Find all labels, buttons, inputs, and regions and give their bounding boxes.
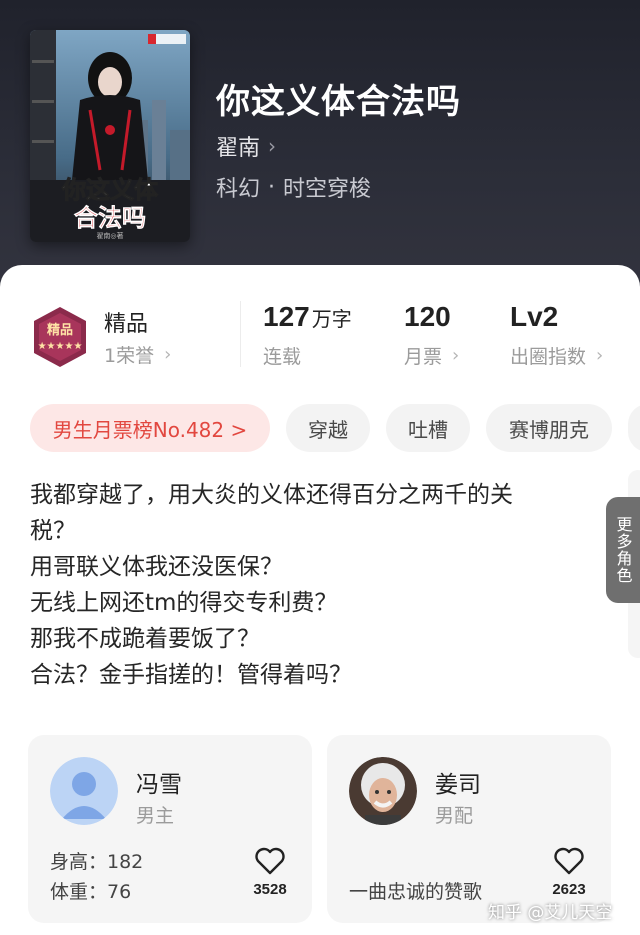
character-name: 冯雪 bbox=[136, 772, 182, 798]
honor-link[interactable]: 1荣誉 › bbox=[104, 341, 171, 368]
chevron-right-icon: › bbox=[268, 134, 277, 158]
word-count: 127 万字 bbox=[263, 301, 352, 333]
honor-count: 1荣誉 bbox=[104, 345, 155, 367]
synopsis-line: 我都穿越了，用大炎的义体还得百分之两千的关 bbox=[30, 482, 513, 508]
monthly-tickets-label: 月票 bbox=[404, 346, 443, 368]
like-button[interactable]: 3528 bbox=[248, 847, 292, 898]
synopsis[interactable]: 我都穿越了，用大炎的义体还得百分之两千的关 税？ 用哥联义体我还没医保？ 无线上… bbox=[30, 477, 610, 693]
monthly-tickets: 120 bbox=[404, 301, 451, 332]
genre-row: 科幻 · 时空穿梭 bbox=[216, 171, 371, 203]
serial-status: 连载 bbox=[263, 342, 301, 369]
svg-text:精品: 精品 bbox=[47, 322, 73, 338]
genre-primary[interactable]: 科幻 bbox=[216, 171, 260, 203]
like-button[interactable]: 2623 bbox=[547, 847, 591, 898]
tag-row: 男生月票榜No.482 > 穿越 吐槽 赛博朋克 bbox=[0, 404, 640, 454]
serial-status-label: 连载 bbox=[263, 346, 302, 368]
genre-separator: · bbox=[268, 174, 276, 200]
genre-secondary[interactable]: 时空穿梭 bbox=[283, 171, 371, 203]
character-card[interactable]: 冯雪 男主 身高：182 体重：76 3528 bbox=[28, 735, 312, 923]
monthly-tickets-link[interactable]: 月票 › bbox=[404, 342, 459, 369]
chevron-right-icon: › bbox=[452, 345, 460, 366]
character-role: 男配 bbox=[435, 805, 474, 827]
author-link[interactable]: 翟南 › bbox=[216, 130, 276, 162]
svg-text:翟南◎著: 翟南◎著 bbox=[96, 231, 123, 240]
character-height: 身高：182 bbox=[50, 851, 144, 873]
word-count-unit: 万字 bbox=[311, 307, 352, 331]
author-name: 翟南 bbox=[216, 136, 261, 161]
elderly-man-avatar-icon bbox=[349, 757, 417, 825]
character-weight: 体重：76 bbox=[50, 881, 132, 903]
synopsis-line: 合法？金手指搓的！管得着吗？ bbox=[30, 662, 352, 688]
svg-text:合法吗: 合法吗 bbox=[74, 204, 146, 232]
popularity-level: Lv2 bbox=[510, 301, 559, 332]
watermark: 知乎 @艾儿天空 bbox=[488, 903, 613, 923]
heart-icon bbox=[554, 847, 584, 875]
tag-chip-overflow[interactable] bbox=[628, 404, 640, 452]
character-quote: 一曲忠诚的赞歌 bbox=[349, 881, 483, 903]
word-count-value: 127 bbox=[263, 301, 310, 332]
synopsis-line: 税？ bbox=[30, 518, 76, 544]
popularity-index-link[interactable]: 出圈指数 › bbox=[510, 342, 603, 369]
default-avatar-icon bbox=[50, 757, 118, 825]
svg-text:你这义体: 你这义体 bbox=[61, 176, 159, 204]
stats-row: 精品 ★★★★★ 精品 1荣誉 › 127 万字 连载 120 月票 › Lv2 … bbox=[0, 265, 640, 385]
character-list: 冯雪 男主 身高：182 体重：76 3528 姜司 男配 一曲忠诚的赞歌 26… bbox=[0, 735, 640, 925]
like-count: 2623 bbox=[552, 881, 586, 898]
character-role: 男主 bbox=[136, 805, 175, 827]
rank-tag[interactable]: 男生月票榜No.482 > bbox=[30, 404, 270, 452]
synopsis-line: 那我不成跪着要饭了？ bbox=[30, 626, 260, 652]
synopsis-line: 用哥联义体我还没医保？ bbox=[30, 554, 283, 580]
quality-label: 精品 bbox=[104, 312, 149, 337]
book-header: 你这义体 合法吗 翟南◎著 你这义体合法吗 翟南 › 科幻 · 时空穿梭 bbox=[0, 0, 640, 300]
svg-text:★★★★★: ★★★★★ bbox=[38, 341, 83, 352]
book-detail-card: 精品 ★★★★★ 精品 1荣誉 › 127 万字 连载 120 月票 › Lv2 … bbox=[0, 265, 640, 935]
character-card[interactable]: 姜司 男配 一曲忠诚的赞歌 2623 bbox=[327, 735, 611, 923]
book-title: 你这义体合法吗 bbox=[216, 82, 461, 122]
character-name: 姜司 bbox=[435, 772, 481, 798]
heart-icon bbox=[255, 847, 285, 875]
stats-divider bbox=[240, 301, 241, 367]
tag-chip[interactable]: 穿越 bbox=[286, 404, 370, 452]
tag-chip[interactable]: 吐槽 bbox=[386, 404, 470, 452]
more-roles-button[interactable]: 更多角色 bbox=[606, 497, 640, 603]
like-count: 3528 bbox=[253, 881, 287, 898]
synopsis-line: 无线上网还tm的得交专利费？ bbox=[30, 590, 338, 616]
book-cover[interactable]: 你这义体 合法吗 翟南◎著 bbox=[30, 30, 190, 242]
chevron-right-icon: › bbox=[596, 345, 604, 366]
tag-chip[interactable]: 赛博朋克 bbox=[486, 404, 612, 452]
popularity-index-label: 出圈指数 bbox=[510, 346, 587, 368]
chevron-right-icon: › bbox=[164, 344, 172, 365]
quality-badge-icon[interactable]: 精品 ★★★★★ bbox=[30, 305, 90, 369]
